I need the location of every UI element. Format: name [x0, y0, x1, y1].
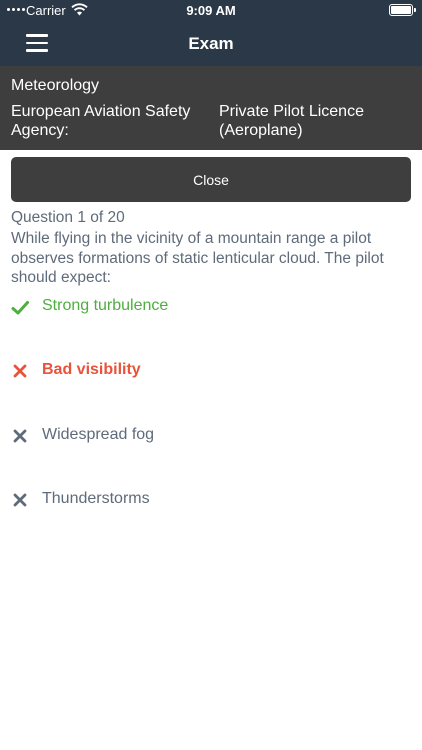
- page-title: Exam: [188, 34, 234, 53]
- answer-option-1[interactable]: Strong turbulence: [0, 297, 422, 337]
- status-bar: Carrier 9:09 AM: [0, 0, 422, 22]
- question-text: While flying in the vicinity of a mounta…: [11, 230, 384, 286]
- answer-label: Widespread fog: [42, 426, 155, 443]
- close-button[interactable]: Close: [11, 157, 411, 202]
- answer-label: Strong turbulence: [42, 297, 169, 314]
- battery-icon: [389, 4, 416, 16]
- authority-label: European Aviation Safety Agency:: [11, 103, 191, 139]
- question-counter: Question 1 of 20: [11, 209, 125, 226]
- cross-icon: [11, 492, 29, 510]
- cross-icon: [11, 428, 29, 446]
- exam-info-panel: Meteorology European Aviation Safety Age…: [0, 66, 422, 150]
- answer-label: Bad visibility: [42, 361, 141, 378]
- answer-option-4[interactable]: Thunderstorms: [0, 490, 422, 530]
- check-icon: [11, 299, 29, 317]
- subject-label: Meteorology: [11, 77, 100, 94]
- top-bar: Carrier 9:09 AM Exam: [0, 0, 422, 66]
- answer-label: Thunderstorms: [42, 490, 150, 507]
- cross-icon: [11, 363, 29, 381]
- licence-label: Private Pilot Licence (Aeroplane): [219, 103, 364, 139]
- status-time: 9:09 AM: [186, 3, 236, 18]
- answer-option-2[interactable]: Bad visibility: [0, 361, 422, 401]
- answer-option-3[interactable]: Widespread fog: [0, 426, 422, 466]
- navigation-bar: Exam: [0, 22, 422, 66]
